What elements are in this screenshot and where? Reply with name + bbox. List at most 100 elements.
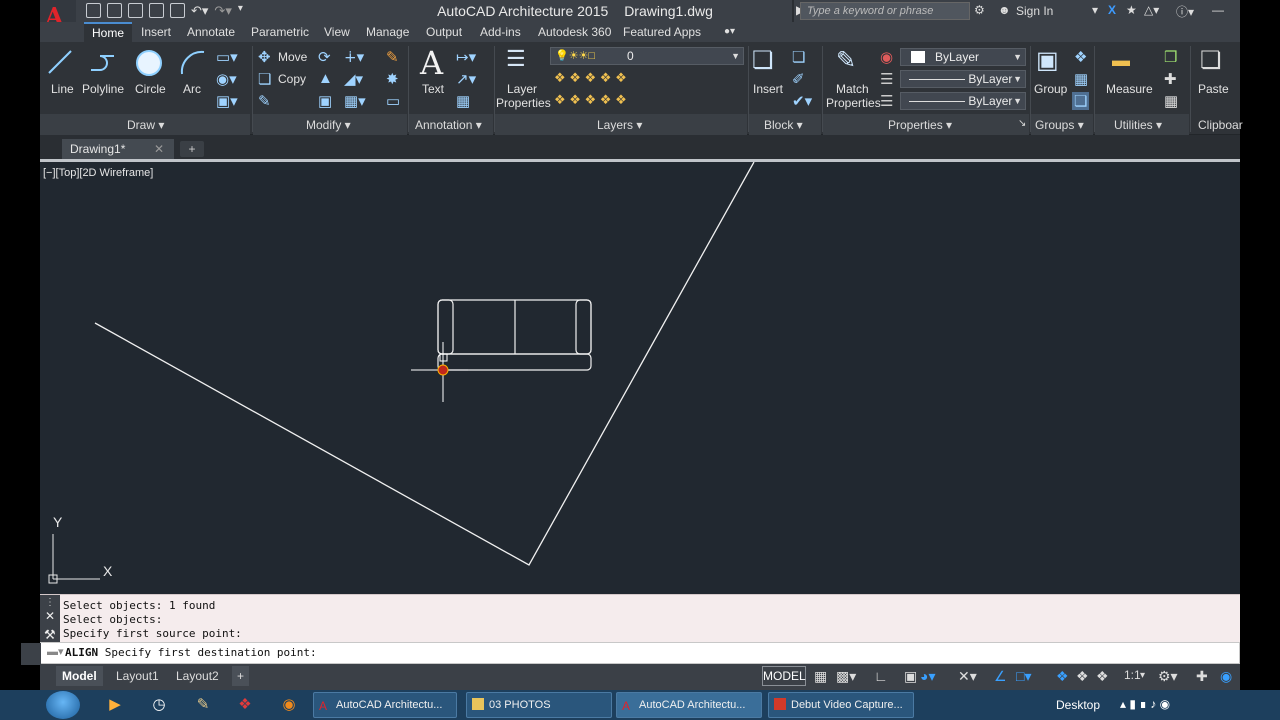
grid-icon[interactable]: ▦ — [814, 668, 827, 685]
copy-button[interactable]: Copy — [278, 72, 306, 86]
layout-tab-model[interactable]: Model — [56, 666, 103, 686]
add-layout-button[interactable]: + — [232, 666, 250, 686]
pdf-app-icon[interactable]: ❖ — [234, 695, 256, 715]
hardware-acceleration-icon[interactable]: ◉ — [1220, 668, 1232, 685]
lineweight-dropdown[interactable]: ByLayer ▼ — [900, 92, 1026, 110]
layers-panel-title[interactable]: Layers ▾ — [597, 118, 642, 132]
close-icon[interactable]: ✕ — [154, 139, 164, 159]
taskbar-window-photos[interactable]: 03 PHOTOS — [466, 692, 612, 718]
rotate-icon[interactable]: ⟳ — [318, 48, 331, 66]
layer-properties-button-line1[interactable]: Layer — [507, 82, 537, 96]
insert-button[interactable]: Insert — [753, 82, 783, 96]
taskbar-window-autocad-2[interactable]: A AutoCAD Architectu... — [616, 692, 762, 718]
properties-launcher-icon[interactable]: ↘ — [1018, 118, 1026, 129]
id-point-icon[interactable]: ✚ — [1164, 70, 1177, 88]
group-button[interactable]: Group — [1034, 82, 1067, 96]
calculator-icon[interactable]: ▦ — [1164, 92, 1178, 110]
print-icon[interactable] — [170, 3, 185, 18]
circle-button[interactable]: Circle — [135, 82, 166, 96]
dynamic-input-icon[interactable]: ▣ — [904, 668, 917, 685]
text-button[interactable]: Text — [422, 82, 444, 96]
annotation-visibility-icon[interactable]: ❖ — [1056, 668, 1069, 685]
measure-button[interactable]: Measure — [1106, 82, 1153, 96]
measure-icon[interactable]: ▬ — [1112, 50, 1130, 71]
save-icon[interactable] — [128, 3, 143, 18]
trim-icon[interactable]: ∔▾ — [344, 48, 364, 66]
search-input[interactable]: Type a keyword or phrase — [800, 2, 970, 20]
media-player-icon[interactable]: ▶ — [104, 695, 126, 715]
tab-add-ins[interactable]: Add-ins — [480, 22, 521, 42]
tab-autodesk-360[interactable]: Autodesk 360 — [538, 22, 611, 42]
polar-tracking-icon[interactable]: ◕▾ — [920, 668, 935, 685]
add-icon[interactable]: ✚ — [1196, 668, 1208, 685]
layer-tools-row1-icons[interactable]: ❖ ❖ ❖ ❖ ❖ — [554, 70, 627, 86]
tab-featured-apps[interactable]: Featured Apps — [623, 22, 701, 42]
layer-tools-row2-icons[interactable]: ❖ ❖ ❖ ❖ ❖ — [554, 92, 627, 108]
arc-button[interactable]: Arc — [183, 82, 201, 96]
close-command-line-icon[interactable]: ✕ — [45, 609, 55, 623]
move-button[interactable]: Move — [278, 50, 307, 64]
arc-icon[interactable] — [178, 48, 208, 78]
polyline-button[interactable]: Polyline — [82, 82, 124, 96]
tab-insert[interactable]: Insert — [141, 22, 171, 42]
tab-parametric[interactable]: Parametric — [251, 22, 309, 42]
utilities-panel-title[interactable]: Utilities ▾ — [1114, 118, 1162, 132]
annotation-panel-title[interactable]: Annotation ▾ — [415, 118, 482, 132]
quick-select-icon[interactable]: ❒ — [1164, 48, 1177, 66]
new-tab-button[interactable]: + — [180, 141, 204, 157]
minimize-icon[interactable]: — — [1212, 3, 1224, 17]
chevron-down-icon[interactable]: ▾ — [1092, 3, 1098, 17]
exchange-icon[interactable]: X — [1108, 3, 1116, 17]
save-as-icon[interactable] — [149, 3, 164, 18]
tab-home[interactable]: Home — [84, 22, 133, 42]
paste-button[interactable]: Paste — [1198, 82, 1229, 96]
linetype-dropdown[interactable]: ByLayer ▼ — [900, 70, 1026, 88]
infer-constraints-icon[interactable]: ∟ — [874, 668, 888, 684]
object-snap-tracking-icon[interactable]: ∠ — [994, 668, 1007, 685]
circle-icon[interactable] — [134, 48, 164, 78]
group-edit-icon[interactable]: ▦ — [1074, 70, 1088, 88]
isometric-icon[interactable]: ✕▾ — [958, 668, 977, 685]
redo-icon[interactable]: ↷▾ — [214, 3, 231, 19]
tab-annotate[interactable]: Annotate — [187, 22, 235, 42]
explode-icon[interactable]: ✸ — [386, 70, 399, 88]
snap-icon[interactable]: ▩▾ — [836, 668, 856, 685]
table-icon[interactable]: ▦ — [456, 92, 470, 110]
block-panel-title[interactable]: Block ▾ — [764, 118, 803, 132]
grip-icon[interactable]: ⋮ — [45, 597, 55, 608]
erase-icon[interactable]: ✎ — [386, 48, 399, 66]
recent-commands-icon[interactable]: ▬▾ — [47, 645, 64, 658]
autodesk-360-icon[interactable]: ★ — [1126, 3, 1137, 17]
customize-qat-icon[interactable]: ▾ — [238, 3, 243, 19]
hatch-icon[interactable]: ◉▾ — [216, 70, 237, 88]
layer-properties-button-line2[interactable]: Properties — [496, 96, 551, 110]
annotation-scale-icon[interactable]: ❖ — [1096, 668, 1109, 685]
desktop-toolbar[interactable]: Desktop — [1056, 698, 1100, 712]
line-icon[interactable] — [46, 48, 74, 76]
command-line-input[interactable]: ▬▾ ALIGN Specify first destination point… — [21, 642, 1240, 665]
user-icon[interactable]: ☻ — [998, 3, 1011, 17]
undo-icon[interactable]: ↶▾ — [191, 3, 208, 19]
draw-panel-title[interactable]: Draw ▾ — [127, 118, 164, 132]
text-icon[interactable]: A — [420, 44, 443, 82]
modify-panel-title[interactable]: Modify ▾ — [306, 118, 351, 132]
taskbar-window-autocad-1[interactable]: A AutoCAD Architectu... — [313, 692, 457, 718]
drawing-canvas[interactable]: [−][Top][2D Wireframe] Y X — [40, 162, 1240, 594]
clock-app-icon[interactable]: ◷ — [148, 695, 170, 715]
groups-panel-title[interactable]: Groups ▾ — [1035, 118, 1084, 132]
match-properties-line1[interactable]: Match — [836, 82, 869, 96]
help-icon[interactable]: ⓘ▾ — [1176, 3, 1194, 20]
array-icon[interactable]: ▦▾ — [344, 92, 366, 110]
a360-icon[interactable]: △▾ — [1144, 3, 1159, 17]
polyline-icon[interactable] — [88, 48, 118, 76]
stretch-icon[interactable]: ✎ — [258, 92, 271, 110]
layout-tab-layout1[interactable]: Layout1 — [110, 666, 165, 686]
customize-wrench-icon[interactable]: ⚒ — [44, 627, 56, 643]
clipboard-panel-title[interactable]: Clipboar — [1198, 118, 1243, 132]
mirror-icon[interactable]: ▲ — [318, 70, 333, 87]
auto-scale-icon[interactable]: ❖ — [1076, 668, 1089, 685]
start-button[interactable] — [46, 691, 80, 719]
sign-in-link[interactable]: Sign In — [1016, 4, 1053, 18]
object-snap-icon[interactable]: □▾ — [1016, 668, 1031, 685]
properties-panel-title[interactable]: Properties ▾ — [888, 118, 952, 132]
